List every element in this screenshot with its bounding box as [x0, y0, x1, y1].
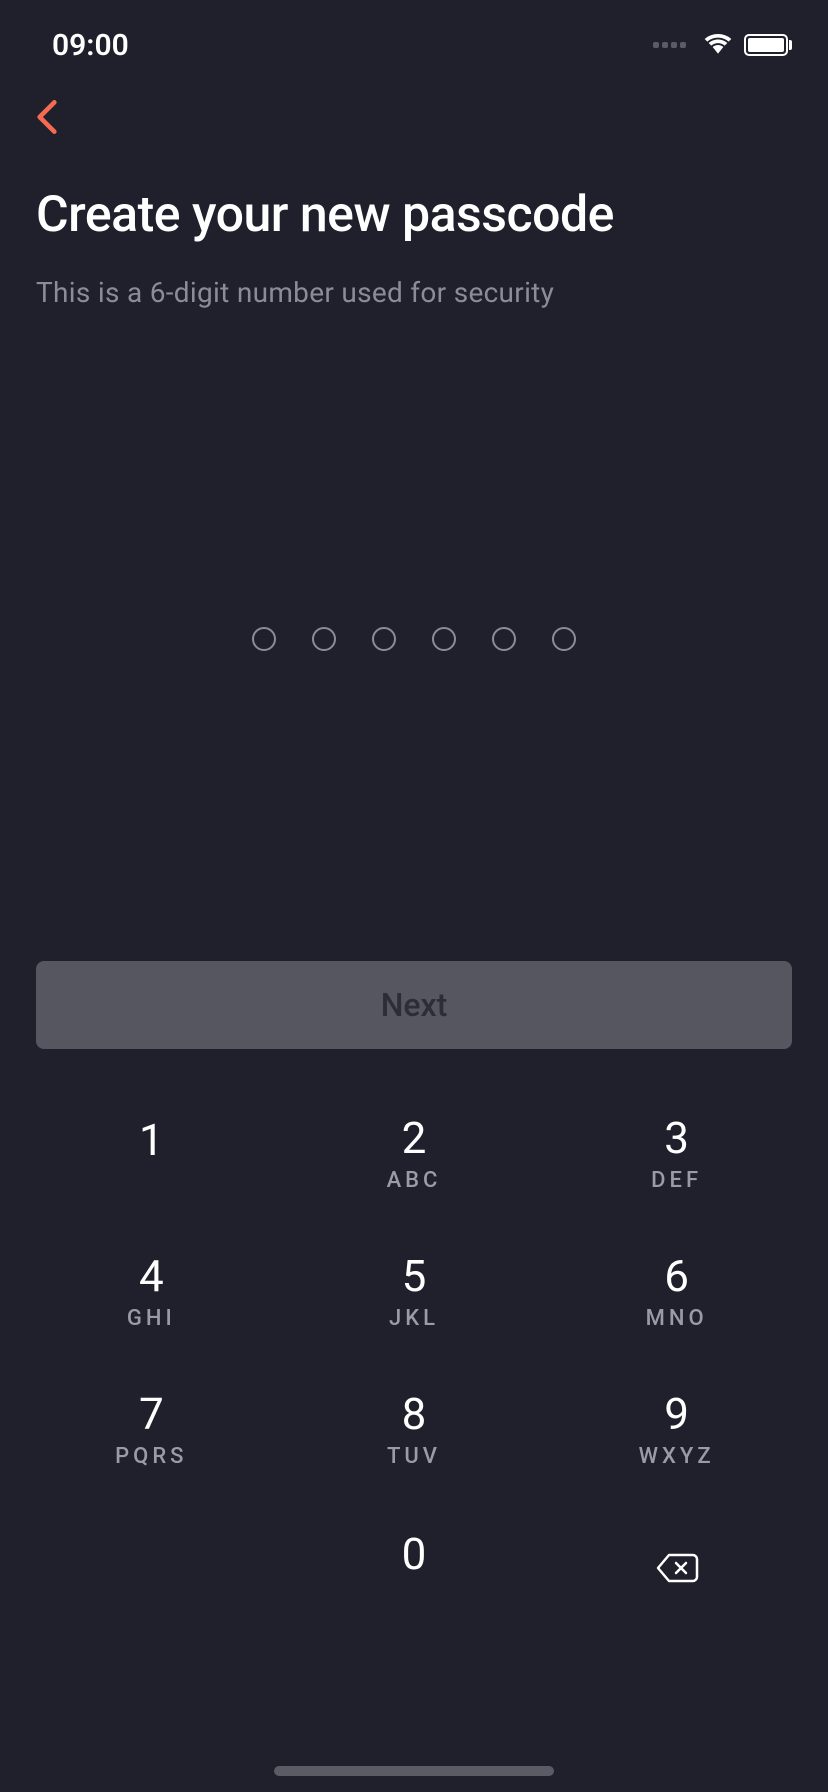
battery-icon [744, 34, 792, 56]
key-letters: JKL [389, 1306, 439, 1331]
wifi-icon [702, 31, 734, 59]
page-title: Create your new passcode [36, 186, 792, 244]
keypad-key-6[interactable]: 6 MNO [557, 1223, 797, 1361]
passcode-dot [372, 627, 396, 651]
key-digit: 0 [402, 1532, 427, 1576]
keypad-empty [31, 1499, 271, 1637]
passcode-dot [552, 627, 576, 651]
back-button[interactable] [0, 70, 828, 140]
key-digit: 8 [402, 1392, 427, 1436]
keypad-backspace[interactable] [557, 1499, 797, 1637]
keypad-key-8[interactable]: 8 TUV [294, 1361, 534, 1499]
keypad-key-9[interactable]: 9 WXYZ [557, 1361, 797, 1499]
key-digit: 4 [139, 1254, 164, 1298]
backspace-icon [655, 1551, 699, 1585]
signal-strength-icon [653, 42, 686, 48]
keypad-key-5[interactable]: 5 JKL [294, 1223, 534, 1361]
keypad-key-2[interactable]: 2 ABC [294, 1085, 534, 1223]
keypad-key-4[interactable]: 4 GHI [31, 1223, 271, 1361]
chevron-left-icon [36, 98, 58, 136]
key-digit: 7 [139, 1392, 164, 1436]
keypad-key-0[interactable]: 0 [294, 1499, 534, 1637]
key-letters: TUV [387, 1444, 441, 1469]
keypad-key-3[interactable]: 3 DEF [557, 1085, 797, 1223]
status-bar: 09:00 [0, 0, 828, 70]
key-letters: PQRS [115, 1444, 187, 1469]
page-header: Create your new passcode This is a 6-dig… [0, 140, 828, 309]
home-indicator[interactable] [274, 1766, 554, 1776]
passcode-dot [312, 627, 336, 651]
key-letters: MNO [646, 1306, 708, 1331]
passcode-dot [252, 627, 276, 651]
key-digit: 2 [402, 1116, 427, 1160]
next-button[interactable]: Next [36, 961, 792, 1049]
status-time: 09:00 [52, 28, 129, 63]
key-letters: WXYZ [639, 1444, 715, 1469]
key-letters: GHI [127, 1306, 176, 1331]
key-digit: 3 [664, 1116, 689, 1160]
page-subtitle: This is a 6-digit number used for securi… [36, 276, 792, 309]
key-digit: 1 [139, 1118, 164, 1162]
numeric-keypad: 1 2 ABC 3 DEF 4 GHI 5 JKL 6 MNO 7 PQRS 8 [0, 1085, 828, 1637]
status-icons [653, 31, 792, 59]
key-digit: 6 [664, 1254, 689, 1298]
key-digit: 5 [402, 1254, 427, 1298]
key-letters: ABC [387, 1168, 442, 1193]
keypad-key-1[interactable]: 1 [31, 1085, 271, 1223]
key-digit: 9 [664, 1392, 689, 1436]
key-letters: DEF [651, 1168, 702, 1193]
keypad-key-7[interactable]: 7 PQRS [31, 1361, 271, 1499]
passcode-indicator [0, 627, 828, 651]
passcode-dot [492, 627, 516, 651]
passcode-dot [432, 627, 456, 651]
